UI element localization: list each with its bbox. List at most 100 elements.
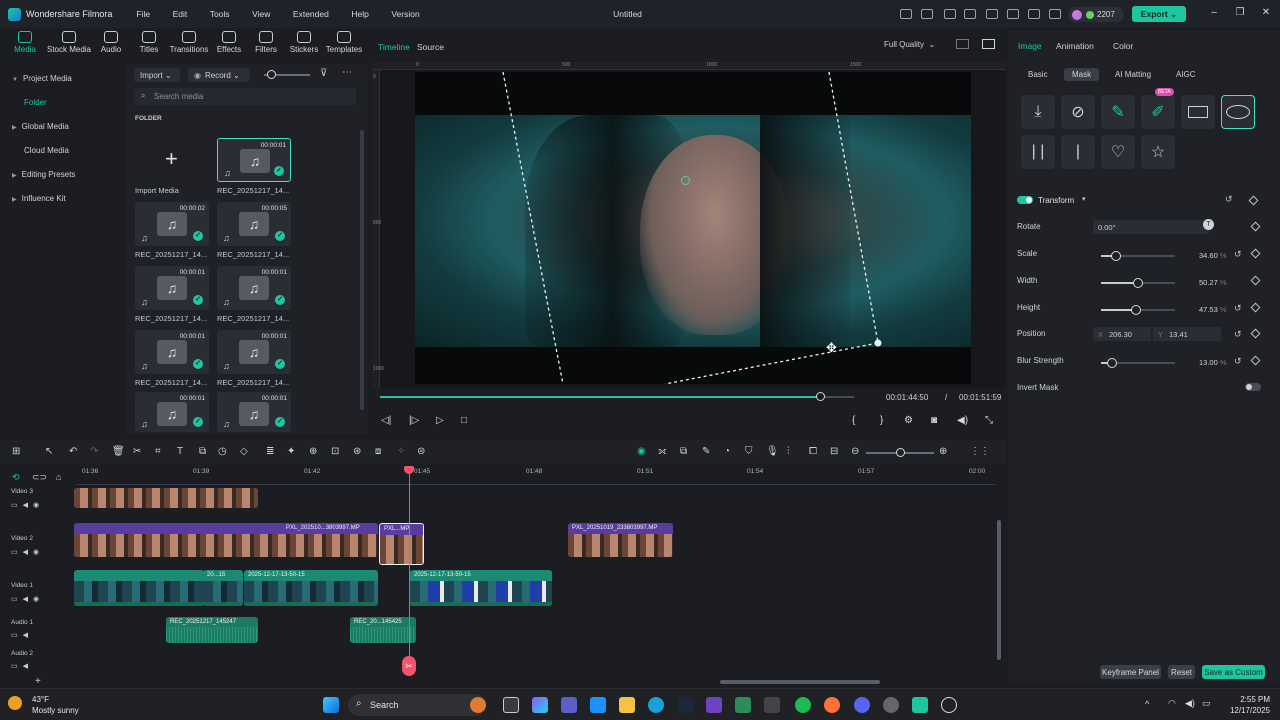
marker-icon[interactable]: ⧉ <box>680 446 687 457</box>
video1-clip[interactable]: 2025-12-17-13-50-15 <box>244 570 378 606</box>
teams-icon[interactable] <box>561 697 577 713</box>
video2-clip[interactable]: PXL_202510...3803997.MP <box>74 523 378 557</box>
position-y-input[interactable]: Y 13.41 <box>1153 327 1221 341</box>
caption-icon[interactable]: ⊟ <box>830 446 838 457</box>
sidebar-item-influence-kit[interactable]: ▶ Influence Kit <box>12 194 66 203</box>
media-tile[interactable]: 00:00:01 ♫ ♫ ✓ REC_20251217_14... <box>217 266 291 328</box>
mask-brush-shape[interactable]: ✐ <box>1141 95 1175 129</box>
slider-knob[interactable] <box>1110 251 1121 261</box>
track-controls-icon[interactable]: ▭◀ <box>11 631 33 639</box>
more-tools-icon[interactable]: ⊜ <box>417 446 425 457</box>
menu-file[interactable]: File <box>136 9 150 19</box>
scale-slider[interactable] <box>1101 251 1175 261</box>
mixer-icon[interactable]: ⫶ <box>787 446 790 457</box>
fullscreen-icon[interactable]: ⤡ <box>985 415 993 426</box>
mark-in-icon[interactable]: { <box>852 415 855 426</box>
tab-source[interactable]: Source <box>417 42 444 52</box>
playback-progress[interactable] <box>380 396 821 398</box>
video1-clip[interactable]: 2025-12-17-13-50-15 <box>410 570 552 606</box>
reset-icon[interactable]: ↺ <box>1234 329 1242 340</box>
ai-tool-icon[interactable]: ✦ <box>287 446 295 457</box>
widget-app-icon[interactable] <box>470 697 486 713</box>
position-x-input[interactable]: X 206.30 <box>1093 327 1151 341</box>
windows-start-icon[interactable] <box>323 697 339 713</box>
reset-icon[interactable]: ↺ <box>1234 303 1242 314</box>
snapshot-icon[interactable]: ◙ <box>931 415 937 426</box>
sidebar-item-folder[interactable]: Folder <box>24 98 47 107</box>
undo-icon[interactable]: ↶ <box>69 446 77 457</box>
app-icon[interactable] <box>764 697 780 713</box>
discord-icon[interactable] <box>854 697 870 713</box>
app-icon[interactable] <box>706 697 722 713</box>
app-icon[interactable] <box>735 697 751 713</box>
weather-widget[interactable]: 43°F Mostly sunny <box>8 694 79 716</box>
settings-icon[interactable] <box>1028 9 1040 19</box>
magnet-icon[interactable]: ⌂ <box>56 472 61 482</box>
zoom-in-icon[interactable]: ⊕ <box>939 446 947 457</box>
mask-center-handle[interactable] <box>681 176 690 185</box>
reset-icon[interactable]: ↺ <box>1234 249 1242 260</box>
media-tile[interactable]: 00:00:02 ♫ ♫ ✓ REC_20251217_14... <box>135 202 209 264</box>
copilot-icon[interactable] <box>532 697 548 713</box>
menu-view[interactable]: View <box>252 9 270 19</box>
playback-remaining[interactable] <box>820 396 854 398</box>
filter-icon[interactable]: ⊽ <box>320 68 327 79</box>
playback-knob[interactable] <box>815 392 825 401</box>
volume-icon[interactable]: ◀) <box>1185 698 1195 709</box>
sidebar-item-global-media[interactable]: ▶ Global Media <box>12 122 69 131</box>
sidebar-item-editing-presets[interactable]: ▶ Editing Presets <box>12 170 75 179</box>
layout-icon[interactable] <box>964 9 976 19</box>
select-icon[interactable]: ↖ <box>45 446 53 457</box>
slider-knob[interactable] <box>1130 305 1141 315</box>
speed-icon[interactable]: ◷ <box>218 446 227 457</box>
ai-icon[interactable]: ⧉ <box>199 446 206 457</box>
tab-animation[interactable]: Animation <box>1056 41 1094 51</box>
menu-tools[interactable]: Tools <box>210 9 230 19</box>
subtab-basic[interactable]: Basic <box>1028 70 1048 79</box>
rotate-dial-icon[interactable]: T <box>1203 219 1214 230</box>
delete-icon[interactable]: 🗑 <box>112 446 125 457</box>
tab-color[interactable]: Color <box>1113 41 1133 51</box>
reset-icon[interactable]: ↺ <box>1234 356 1242 367</box>
media-tile[interactable]: 00:00:01 ♫ ♫ ✓ REC_20251217_14... <box>135 266 209 328</box>
media-tile[interactable]: 00:00:01 ♫ ♫ ✓ REC_20251217_14... <box>217 330 291 392</box>
link-track-icon[interactable]: ⊂⊃ <box>32 472 47 483</box>
subtab-ai-matting[interactable]: AI Matting <box>1115 70 1151 79</box>
transform-toggle[interactable] <box>1017 196 1033 204</box>
lightbulb-icon[interactable] <box>944 9 956 19</box>
track-controls-icon[interactable]: ▭◀ <box>11 662 33 670</box>
layout-icon[interactable]: ⊞ <box>12 446 20 457</box>
mask-ellipse-shape[interactable] <box>1221 95 1255 129</box>
mask-rectangle-shape[interactable] <box>1181 95 1215 129</box>
scissors-icon[interactable]: ✂ <box>402 656 416 676</box>
video2-selected-clip[interactable]: PXL...MP <box>379 523 424 565</box>
stop-icon[interactable]: □ <box>461 415 467 426</box>
zoom-out-icon[interactable]: ⊖ <box>851 446 859 457</box>
media-tile[interactable]: 00:00:05 ♫ ♫ ✓ REC_20251217_14... <box>217 202 291 264</box>
maximize-icon[interactable]: ❐ <box>1233 7 1247 18</box>
save-custom-button[interactable]: Save as Custom <box>1202 665 1265 679</box>
tab-templates[interactable]: Templates <box>319 31 369 54</box>
mask-pen-shape[interactable]: ✎ <box>1101 95 1135 129</box>
redo-icon[interactable]: ↷ <box>90 446 98 457</box>
video-frame[interactable]: ✥ <box>415 72 971 384</box>
tab-media[interactable]: Media <box>1 31 49 54</box>
invert-toggle[interactable] <box>1245 383 1261 391</box>
edit-icon[interactable]: ✎ <box>702 446 710 457</box>
steam-icon[interactable] <box>677 697 693 713</box>
timeline-horizontal-scrollbar[interactable] <box>720 680 880 684</box>
track-controls-icon[interactable]: ▭◀◉ <box>11 548 44 556</box>
audio-sync-icon[interactable]: ≣ <box>266 446 274 457</box>
wifi-icon[interactable]: ◠ <box>1168 698 1176 709</box>
video2-clip[interactable]: PXL_20251019_233803997.MP <box>568 523 673 557</box>
chevron-down-icon[interactable]: ▾ <box>1082 195 1086 203</box>
keyframe-icon[interactable] <box>1250 328 1261 339</box>
freeze-icon[interactable]: ⧈ <box>375 446 381 457</box>
sidebar-item-project-media[interactable]: ▼ Project Media <box>12 74 72 83</box>
height-slider[interactable] <box>1101 305 1175 315</box>
audio1-clip[interactable]: REC_20...145425 <box>350 617 416 643</box>
mic-icon[interactable]: 🎙 <box>766 446 779 457</box>
record-button[interactable]: ◉ Record ⌄ <box>188 68 250 82</box>
mask-import-shape[interactable]: ⤓ <box>1021 95 1055 129</box>
pip-icon[interactable]: ⧠ <box>809 446 817 457</box>
